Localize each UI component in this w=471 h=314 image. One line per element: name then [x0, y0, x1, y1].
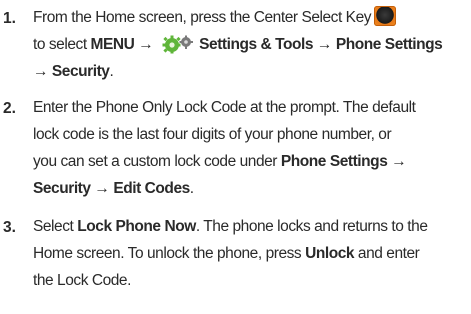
step-text-segment: Select	[33, 218, 78, 235]
step-text-segment: and enter	[354, 245, 420, 262]
menu-path-label: → Security	[33, 63, 110, 80]
step-text-segment: From the Home screen, press the Center S…	[33, 9, 372, 26]
step-text-segment: you can set a custom lock code under	[33, 153, 281, 170]
step-line: From the Home screen, press the Center S…	[33, 4, 465, 31]
step-line: the Lock Code.	[33, 272, 131, 289]
step-line: lock code is the last four digits of you…	[33, 126, 392, 143]
menu-path-label: Unlock	[305, 245, 355, 262]
step-number: 2.	[3, 100, 16, 117]
step-line: you can set a custom lock code under Pho…	[33, 148, 465, 175]
step-text: Select Lock Phone Now. The phone locks a…	[33, 213, 465, 294]
step-number: 1.	[3, 10, 16, 27]
step-text-segment: .	[189, 180, 194, 197]
step-line: Security → Edit Codes.	[33, 175, 465, 202]
step-line: Select Lock Phone Now. The phone locks a…	[33, 213, 465, 240]
menu-path-label: Phone Settings →	[280, 153, 407, 170]
step-line: Enter the Phone Only Lock Code at the pr…	[33, 99, 416, 116]
center-select-key-icon	[374, 6, 397, 26]
step-text-segment: to select	[33, 36, 91, 53]
settings-tools-icon	[160, 34, 196, 54]
step-text: From the Home screen, press the Center S…	[33, 4, 465, 85]
menu-path-label: Security → Edit Codes	[33, 180, 190, 197]
menu-path-label: Lock Phone Now	[77, 218, 196, 235]
step-line: Home screen. To unlock the phone, press …	[33, 240, 465, 267]
step-number: 3.	[3, 219, 16, 236]
menu-path-label: Settings & Tools → Phone Settings	[199, 36, 443, 53]
step-text-segment: Home screen. To unlock the phone, press	[33, 245, 306, 262]
menu-path-label: MENU →	[90, 36, 158, 53]
step-text: Enter the Phone Only Lock Code at the pr…	[33, 94, 465, 202]
step-line: → Security.	[33, 58, 465, 85]
step-line: to select MENU → Settings & Tools → Phon…	[33, 31, 465, 58]
step-text-segment: . The phone locks and returns to the	[195, 218, 428, 235]
step-text-segment: .	[109, 63, 114, 80]
